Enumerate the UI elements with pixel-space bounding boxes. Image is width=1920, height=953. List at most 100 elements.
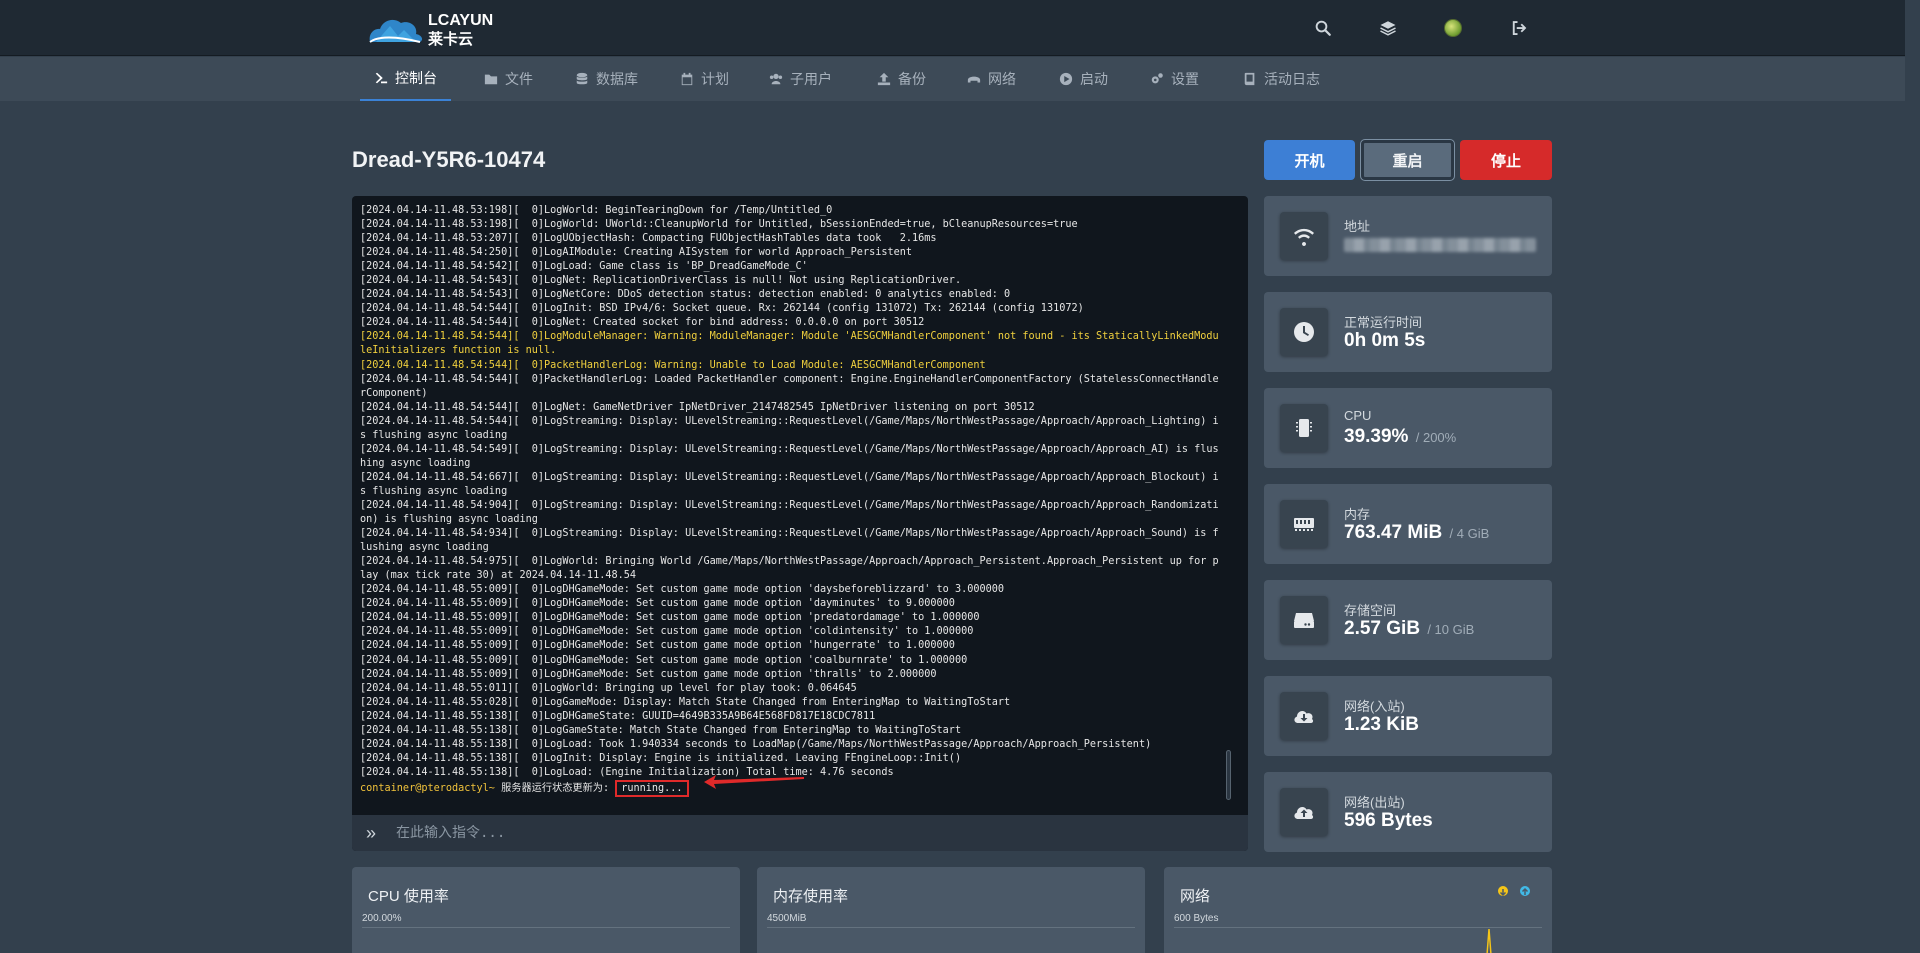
restart-button[interactable]: 重启 [1361, 140, 1454, 180]
console-line: [2024.04.14-11.48.54:934][ 0]LogStreamin… [360, 528, 1219, 554]
console-line: [2024.04.14-11.48.54:544][ 0]LogInit: BS… [360, 303, 1084, 315]
network-graph-card: 网络 600 Bytes [1164, 867, 1552, 953]
search-icon[interactable] [1311, 16, 1335, 40]
tab-network[interactable]: 网络 [967, 57, 1016, 101]
stat-value: 763.47 MiB / 4 GiB [1344, 522, 1489, 544]
tab-label: 网络 [988, 71, 1016, 87]
tab-schedules[interactable]: 计划 [680, 57, 729, 101]
console-line: [2024.04.14-11.48.55:138][ 0]LogDHGameSt… [360, 710, 876, 722]
cloud-upload-icon [1280, 788, 1328, 836]
stat-label: 地址 [1344, 219, 1371, 234]
console-line: [2024.04.14-11.48.54:250][ 0]LogAIModule… [360, 247, 913, 259]
graph-ytick: 200.00% [362, 913, 402, 924]
console-line: [2024.04.14-11.48.53:207][ 0]LogUObjectH… [360, 233, 937, 245]
tab-console[interactable]: 控制台 [360, 57, 451, 101]
address-value-redacted [1344, 238, 1536, 252]
prompt-user: container@pterodactyl~ [360, 782, 495, 794]
stat-label: 内存 [1344, 507, 1371, 522]
clock-icon [1280, 308, 1328, 356]
stat-label: 网络(出站) [1344, 795, 1405, 810]
console-line: [2024.04.14-11.48.54:544][ 0]LogStreamin… [360, 415, 1219, 441]
tab-backups[interactable]: 备份 [877, 57, 926, 101]
console-line: [2024.04.14-11.48.55:028][ 0]LogGameMode… [360, 696, 1011, 708]
tab-label: 计划 [701, 71, 729, 87]
tab-label: 活动日志 [1264, 71, 1320, 87]
tab-label: 设置 [1171, 71, 1199, 87]
prompt-message: 服务器运行状态更新为: [494, 782, 616, 794]
stat-value: 1.23 KiB [1344, 714, 1421, 736]
stat-value: 2.57 GiB / 10 GiB [1344, 618, 1474, 640]
console-line: [2024.04.14-11.48.54:544][ 0]LogNet: Cre… [360, 317, 925, 329]
tab-users[interactable]: 子用户 [769, 57, 832, 101]
stat-label: 网络(入站) [1344, 699, 1405, 714]
network-out-card: 网络(出站) 596 Bytes [1264, 772, 1552, 852]
stop-button[interactable]: 停止 [1460, 140, 1552, 180]
console-line: [2024.04.14-11.48.53:198][ 0]LogWorld: U… [360, 219, 1078, 231]
user-avatar[interactable] [1441, 16, 1465, 40]
database-icon [576, 72, 588, 85]
stat-label: 正常运行时间 [1344, 315, 1423, 330]
graph-ytick: 600 Bytes [1174, 913, 1219, 924]
console-line: [2024.04.14-11.48.55:009][ 0]LogDHGameMo… [360, 668, 937, 680]
tab-label: 文件 [505, 71, 533, 87]
start-button[interactable]: 开机 [1264, 140, 1355, 180]
cpu-card: CPU 39.39% / 200% [1264, 388, 1552, 468]
console-line: [2024.04.14-11.48.55:009][ 0]LogDHGameMo… [360, 612, 980, 624]
server-name: Dread-Y5R6-10474 [352, 147, 546, 172]
uptime-card: 正常运行时间 0h 0m 5s [1264, 292, 1552, 372]
stat-value: 596 Bytes [1344, 810, 1435, 832]
logout-icon[interactable] [1507, 16, 1531, 40]
terminal-icon [375, 72, 388, 84]
console-line: [2024.04.14-11.48.54:904][ 0]LogStreamin… [360, 499, 1219, 526]
wifi-icon [1280, 212, 1328, 260]
stat-value: 0h 0m 5s [1344, 330, 1427, 352]
command-bar: » [352, 815, 1248, 851]
cloud-logo-icon [369, 19, 423, 43]
brand-logo[interactable]: LCAYUN 莱卡云 [366, 8, 506, 48]
book-icon [1244, 72, 1255, 86]
network-in-legend-icon [1498, 886, 1508, 897]
graph-title: CPU 使用率 [368, 888, 449, 905]
microchip-icon [1280, 404, 1328, 452]
console-line: [2024.04.14-11.48.54:544][ 0]PacketHandl… [360, 373, 1219, 399]
console-line: [2024.04.14-11.48.55:138][ 0]LogLoad: To… [360, 738, 1152, 750]
stat-value-text: 763.47 MiB [1344, 522, 1443, 543]
network-out-legend-icon [1520, 886, 1530, 896]
folder-icon [484, 74, 498, 85]
memory-graph-card: 内存使用率 4500MiB [757, 867, 1145, 953]
tab-startup[interactable]: 启动 [1059, 57, 1108, 101]
top-bar: LCAYUN 莱卡云 [0, 0, 1905, 56]
tab-label: 启动 [1080, 71, 1108, 87]
console-output: [2024.04.14-11.48.53:198][ 0]LogWorld: B… [360, 204, 1222, 797]
status-running: running... [615, 779, 689, 797]
console-line: [2024.04.14-11.48.54:543][ 0]LogNet: Rep… [360, 275, 962, 287]
tab-label: 子用户 [790, 71, 832, 87]
network-spike-line [1486, 928, 1492, 953]
console-line: [2024.04.14-11.48.54:667][ 0]LogStreamin… [360, 471, 1219, 497]
tab-files[interactable]: 文件 [484, 57, 533, 101]
tab-label: 数据库 [596, 71, 638, 87]
hdd-icon [1280, 596, 1328, 644]
tab-activity[interactable]: 活动日志 [1243, 57, 1320, 101]
address-card: 地址 [1264, 196, 1552, 276]
graph-ytick: 4500MiB [767, 913, 807, 924]
tab-settings[interactable]: 设置 [1150, 57, 1199, 101]
annotation-arrow-icon [704, 775, 804, 789]
stat-value-text: 1.23 KiB [1344, 714, 1419, 735]
console-line: [2024.04.14-11.48.55:009][ 0]LogDHGameMo… [360, 654, 968, 666]
network-in-card: 网络(入站) 1.23 KiB [1264, 676, 1552, 756]
stat-value-text: 596 Bytes [1344, 810, 1433, 831]
console-line: [2024.04.14-11.48.55:138][ 0]LogGameStat… [360, 724, 962, 736]
tab-databases[interactable]: 数据库 [575, 57, 638, 101]
graph-title: 内存使用率 [773, 888, 849, 905]
cloud-download-icon [1280, 692, 1328, 740]
console-line: [2024.04.14-11.48.54:542][ 0]LogLoad: Ga… [360, 261, 808, 273]
command-input[interactable] [396, 825, 1196, 841]
server-nav: 控制台 文件 数据库 计划 子用户 备份 网络 启动 设置 活动日志 [0, 57, 1905, 101]
console-scrollbar[interactable] [1226, 750, 1231, 800]
console-line: [2024.04.14-11.48.55:138][ 0]LogInit: Di… [360, 752, 962, 764]
console-line: [2024.04.14-11.48.54:549][ 0]LogStreamin… [360, 443, 1219, 469]
console-line: [2024.04.14-11.48.54:975][ 0]LogWorld: B… [360, 556, 1219, 582]
stat-value-text: 2.57 GiB [1344, 618, 1421, 639]
layers-icon[interactable] [1376, 16, 1400, 40]
